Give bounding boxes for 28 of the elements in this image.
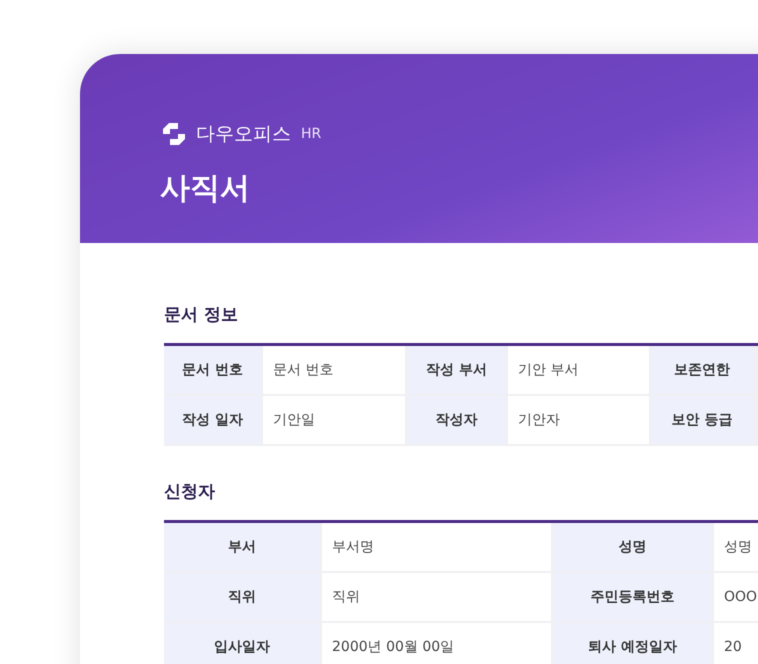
page-title: 사직서 — [160, 170, 251, 208]
label-cell: 작성 부서 — [407, 346, 506, 394]
section-title: 신청자 — [164, 481, 216, 503]
label-cell: 부서 — [164, 523, 320, 571]
logo-icon — [160, 120, 188, 148]
section-title: 문서 정보 — [164, 304, 239, 326]
value-cell: 20 — [714, 623, 758, 664]
label-cell: 입사일자 — [164, 623, 320, 664]
label-cell: 퇴사 예정일자 — [553, 623, 712, 664]
value-cell: 기안일 — [263, 396, 405, 444]
label-cell: 작성 일자 — [164, 396, 261, 444]
label-cell: 보안 등급 — [651, 396, 753, 444]
brand-name: 다우오피스 — [196, 122, 291, 147]
label-cell: 직위 — [164, 573, 320, 621]
value-cell: 기안 부서 — [508, 346, 649, 394]
brand-suffix: HR — [301, 126, 322, 142]
value-cell: 문서 번호 — [263, 346, 405, 394]
label-cell: 문서 번호 — [164, 346, 261, 394]
value-cell: 부서명 — [322, 523, 551, 571]
label-cell: 보존연한 — [651, 346, 753, 394]
label-cell: 주민등록번호 — [553, 573, 712, 621]
label-cell: 성명 — [553, 523, 712, 571]
value-cell: OOO — [714, 573, 758, 621]
label-cell: 작성자 — [407, 396, 506, 444]
value-cell: 직위 — [322, 573, 551, 621]
value-cell: 기안자 — [508, 396, 649, 444]
value-cell: 2000년 00월 00일 — [322, 623, 551, 664]
value-cell: 성명 — [714, 523, 758, 571]
